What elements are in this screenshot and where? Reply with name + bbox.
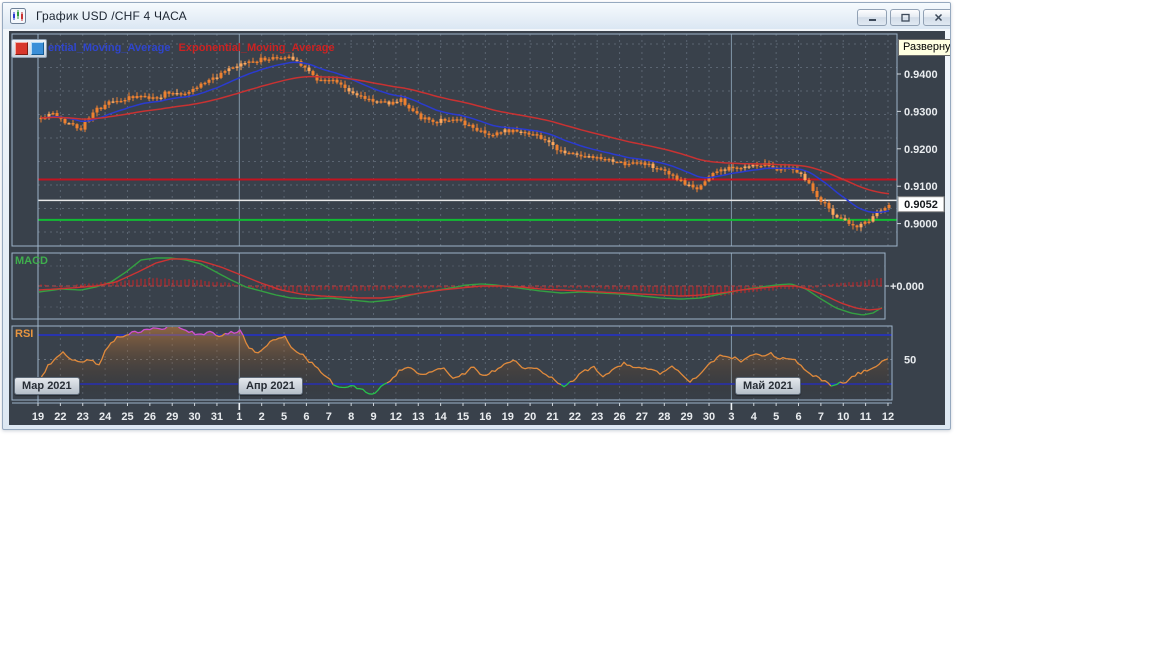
chart-icon bbox=[10, 8, 26, 24]
svg-text:2: 2 bbox=[259, 411, 265, 423]
svg-text:16: 16 bbox=[479, 411, 491, 423]
horizontal-price-lines bbox=[38, 178, 897, 221]
blue-indicator-button[interactable] bbox=[31, 42, 44, 55]
svg-text:3: 3 bbox=[728, 411, 734, 423]
main-panel-border bbox=[11, 33, 898, 247]
window-title: График USD /CHF 4 ЧАСА bbox=[36, 9, 187, 23]
svg-text:5: 5 bbox=[281, 411, 287, 423]
svg-text:6: 6 bbox=[303, 411, 309, 423]
main-grid bbox=[37, 34, 897, 246]
svg-text:20: 20 bbox=[524, 411, 536, 423]
svg-text:11: 11 bbox=[860, 411, 872, 423]
svg-text:0.9200: 0.9200 bbox=[904, 144, 938, 156]
svg-text:0.9300: 0.9300 bbox=[904, 106, 938, 118]
svg-text:26: 26 bbox=[613, 411, 625, 423]
rsi-axis-label: 50 bbox=[904, 355, 916, 367]
current-price-box: 0.9052 bbox=[897, 196, 945, 213]
chart-canvas[interactable]: 19 22 23 24 25 26 29 30 31 1 2 5 6 7 8 9 12 13 14 15 16 19 20 2… bbox=[9, 31, 945, 425]
maximize-tooltip: Развернуть bbox=[898, 39, 950, 56]
minimize-button[interactable] bbox=[857, 9, 887, 26]
svg-text:29: 29 bbox=[681, 411, 693, 423]
macd-axis-label: +0.000 bbox=[890, 281, 924, 293]
svg-text:15: 15 bbox=[457, 411, 469, 423]
svg-text:12: 12 bbox=[882, 411, 894, 423]
svg-text:4: 4 bbox=[751, 411, 758, 423]
svg-text:29: 29 bbox=[166, 411, 178, 423]
svg-text:7: 7 bbox=[818, 411, 824, 423]
chart-window: График USD /CHF 4 ЧАСА 19 22 23 24 25 26 29 30 3… bbox=[2, 2, 951, 430]
svg-text:8: 8 bbox=[348, 411, 354, 423]
svg-text:30: 30 bbox=[188, 411, 200, 423]
close-icon bbox=[934, 13, 942, 22]
svg-text:25: 25 bbox=[121, 411, 133, 423]
titlebar[interactable]: График USD /CHF 4 ЧАСА bbox=[3, 3, 950, 29]
price-axis: 0.9400 0.9300 0.9200 0.9100 0.9000 +0.000 50 bbox=[885, 69, 938, 367]
svg-text:0.9000: 0.9000 bbox=[904, 219, 938, 231]
svg-text:0.9400: 0.9400 bbox=[904, 69, 938, 81]
candles bbox=[39, 52, 891, 232]
ma-blue-label: ential_Moving_Average bbox=[48, 42, 171, 54]
maximize-button[interactable] bbox=[890, 9, 920, 26]
ma-red-label: Exponential_Moving_Average bbox=[178, 42, 335, 54]
close-button[interactable] bbox=[923, 9, 950, 26]
indicator-legend: ential_Moving_Average Exponential_Moving… bbox=[48, 42, 335, 54]
svg-text:30: 30 bbox=[703, 411, 715, 423]
restore-icon bbox=[900, 13, 910, 22]
svg-text:7: 7 bbox=[326, 411, 332, 423]
indicator-legend-buttons bbox=[11, 39, 47, 58]
svg-text:10: 10 bbox=[837, 411, 849, 423]
svg-text:6: 6 bbox=[795, 411, 801, 423]
svg-text:19: 19 bbox=[32, 411, 44, 423]
svg-text:22: 22 bbox=[54, 411, 66, 423]
svg-text:31: 31 bbox=[211, 411, 223, 423]
month-label-apr: Апр 2021 bbox=[238, 377, 303, 395]
svg-text:1: 1 bbox=[236, 411, 242, 423]
svg-text:28: 28 bbox=[658, 411, 670, 423]
rsi-panel-label: RSI bbox=[15, 328, 34, 340]
svg-text:0.9052: 0.9052 bbox=[904, 199, 938, 211]
ema-slow-line bbox=[41, 75, 890, 195]
svg-text:23: 23 bbox=[77, 411, 89, 423]
svg-text:27: 27 bbox=[636, 411, 648, 423]
ema-fast-line bbox=[41, 61, 890, 214]
svg-text:13: 13 bbox=[412, 411, 424, 423]
svg-text:24: 24 bbox=[99, 411, 112, 423]
svg-text:19: 19 bbox=[502, 411, 514, 423]
svg-text:14: 14 bbox=[434, 411, 447, 423]
svg-text:9: 9 bbox=[370, 411, 376, 423]
month-label-may: Май 2021 bbox=[735, 377, 801, 395]
svg-text:22: 22 bbox=[569, 411, 581, 423]
macd-panel-label: MACD bbox=[15, 255, 48, 267]
svg-text:26: 26 bbox=[144, 411, 156, 423]
svg-text:21: 21 bbox=[546, 411, 558, 423]
svg-text:5: 5 bbox=[773, 411, 779, 423]
svg-text:12: 12 bbox=[390, 411, 402, 423]
minimize-icon bbox=[868, 19, 876, 21]
chart-root: 19 22 23 24 25 26 29 30 31 1 2 5 6 7 8 9 12 13 14 15 16 19 20 2… bbox=[11, 33, 945, 423]
svg-text:0.9100: 0.9100 bbox=[904, 181, 938, 193]
red-indicator-button[interactable] bbox=[15, 42, 28, 55]
month-label-mar: Мар 2021 bbox=[14, 377, 80, 395]
svg-text:23: 23 bbox=[591, 411, 603, 423]
